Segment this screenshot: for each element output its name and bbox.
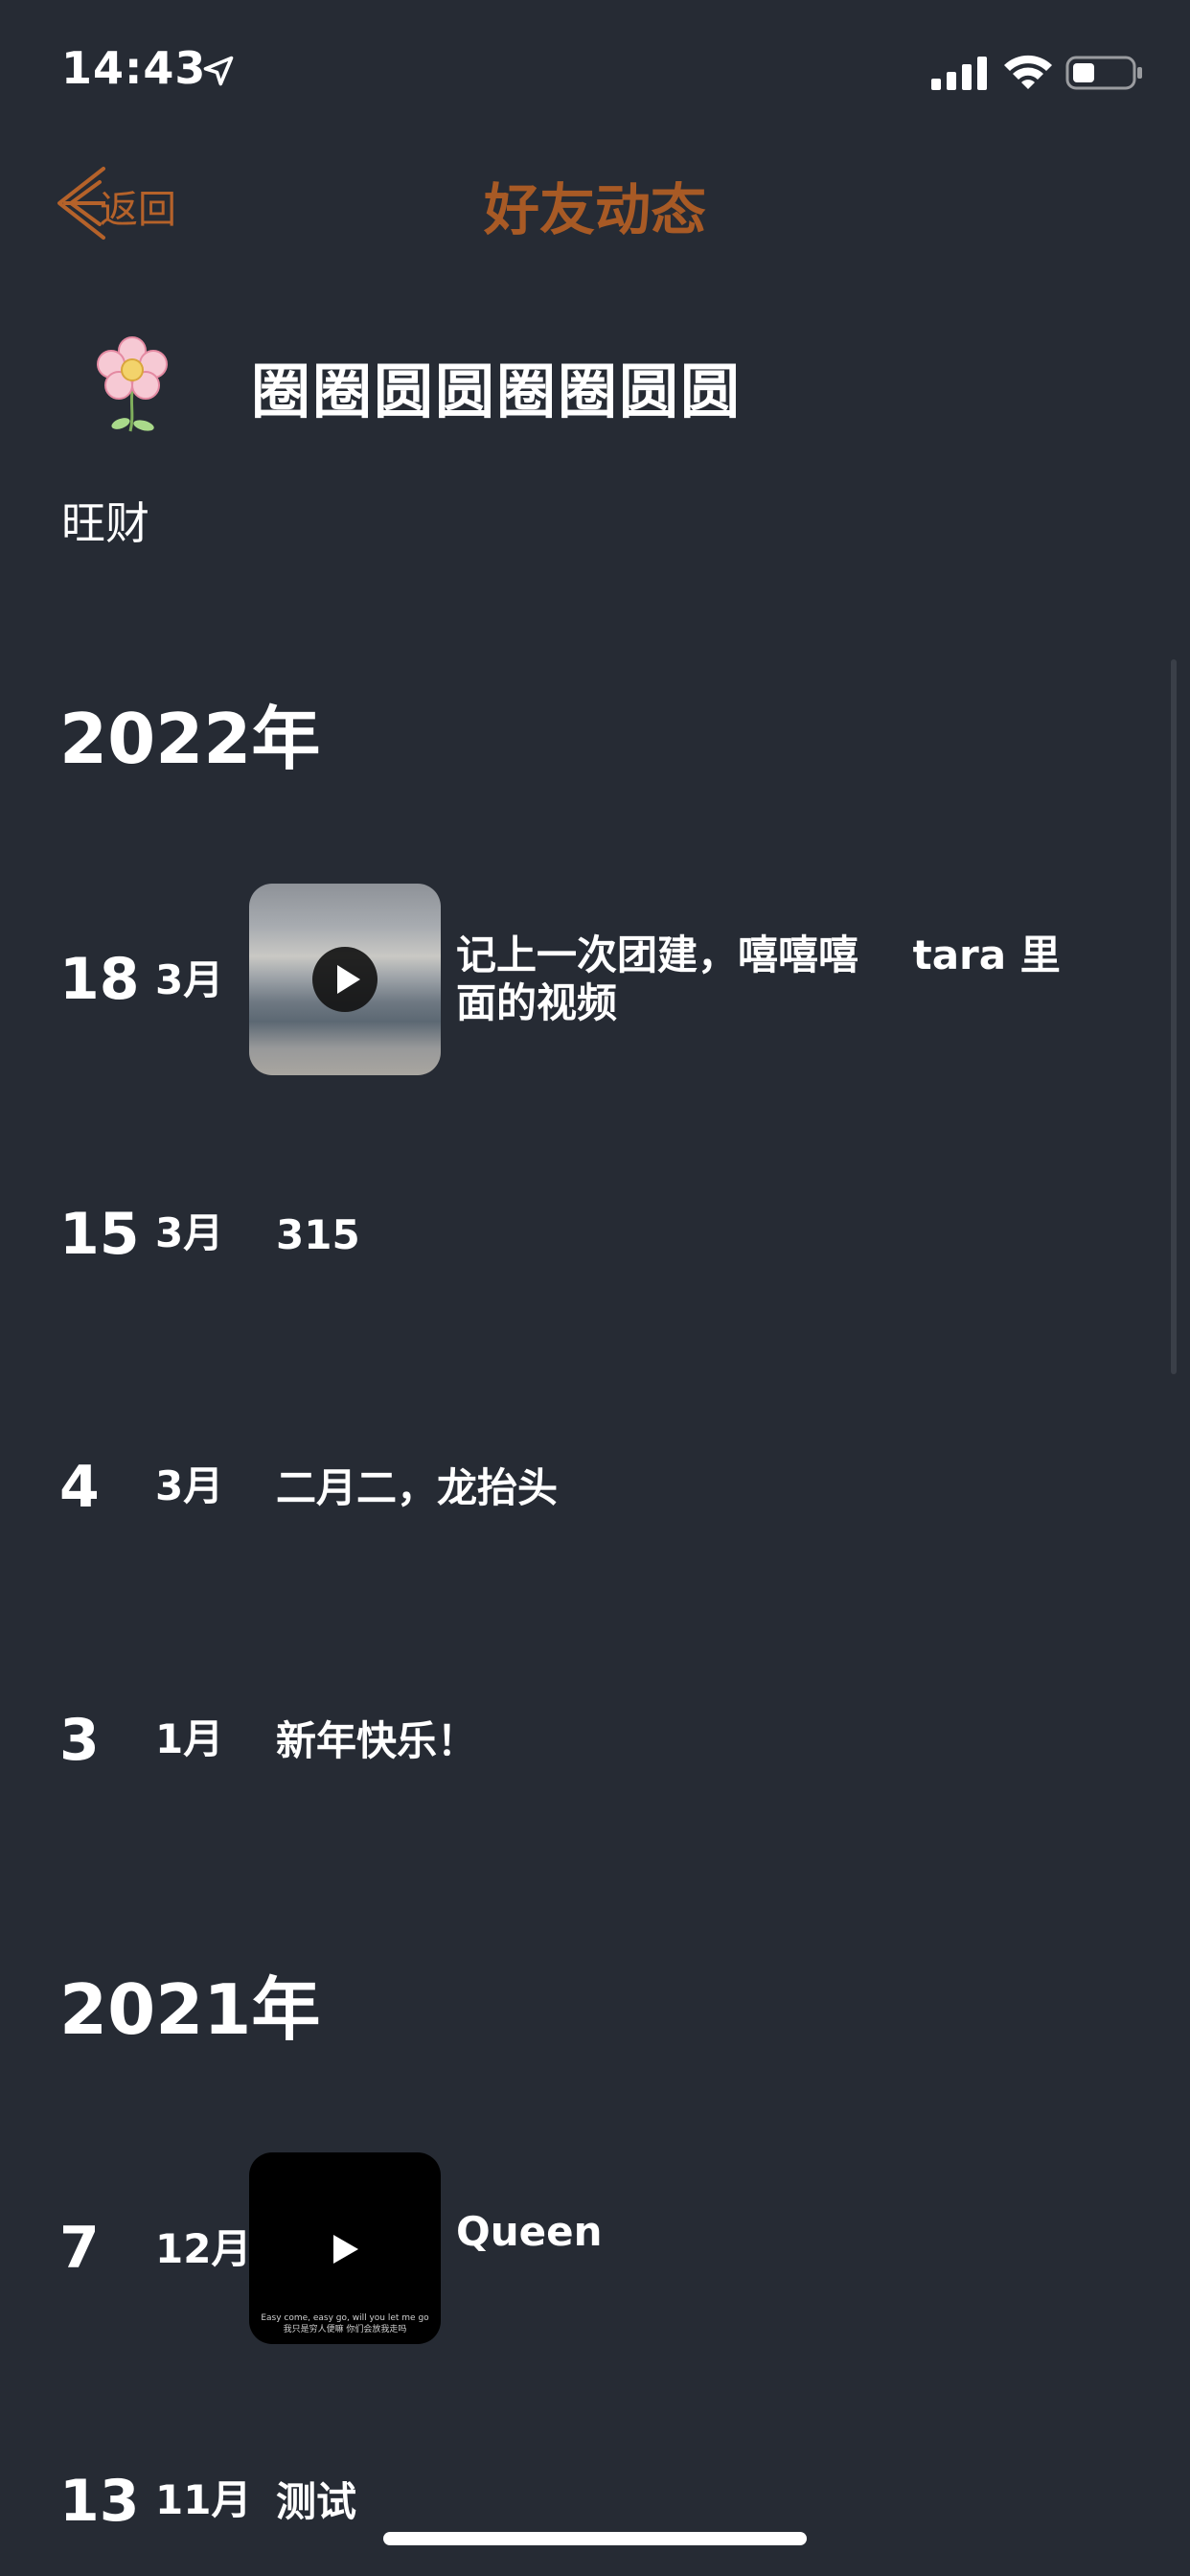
entry-month: 3月 — [155, 1462, 224, 1509]
entry-day: 4 — [59, 1454, 100, 1521]
video-thumbnail[interactable]: Easy come, easy go, will you let me go 我… — [249, 2152, 441, 2344]
entry-text[interactable]: 新年快乐！ — [276, 1717, 477, 1765]
entry-day: 3 — [59, 1707, 100, 1774]
cellular-signal-icon — [931, 57, 987, 90]
home-indicator[interactable] — [383, 2532, 807, 2545]
entry-month: 3月 — [155, 956, 224, 1003]
profile-name: 圈圈圆圆圈圈圆圆 — [251, 356, 743, 426]
entry-day: 18 — [59, 946, 140, 1013]
entry-text[interactable]: 315 — [276, 1211, 360, 1259]
flower-icon — [97, 336, 168, 432]
year-header: 2022年 — [59, 699, 321, 779]
location-arrow-icon — [203, 56, 234, 86]
scrollbar[interactable] — [1171, 659, 1177, 1374]
play-icon — [333, 2235, 358, 2264]
entry-text[interactable]: 二月二，龙抬头 — [276, 1464, 558, 1512]
entry-text[interactable]: Queen — [456, 2208, 602, 2256]
video-caption: 我只是穷人便嘛 你们会放我走吗 — [283, 2325, 407, 2334]
battery-icon — [1065, 56, 1142, 90]
entry-month: 12月 — [155, 2225, 252, 2272]
entry-day: 7 — [59, 2215, 100, 2282]
year-header: 2021年 — [59, 1969, 321, 2050]
wifi-icon — [1004, 55, 1052, 89]
page-title: 好友动态 — [483, 177, 706, 242]
entry-day: 13 — [59, 2468, 140, 2535]
entry-text[interactable]: 记上一次团建，嘻嘻嘻 tara 里面的视频 — [456, 932, 1069, 1028]
video-thumbnail[interactable] — [249, 884, 441, 1075]
entry-month: 1月 — [155, 1715, 224, 1762]
video-caption: Easy come, easy go, will you let me go — [261, 2313, 429, 2323]
play-icon — [312, 947, 378, 1012]
entry-month: 11月 — [155, 2476, 252, 2523]
profile-subtitle: 旺财 — [61, 497, 149, 549]
entry-month: 3月 — [155, 1209, 224, 1256]
entry-text[interactable]: 测试 — [276, 2478, 356, 2526]
status-time: 14:43 — [61, 42, 207, 94]
entry-day: 15 — [59, 1201, 140, 1268]
